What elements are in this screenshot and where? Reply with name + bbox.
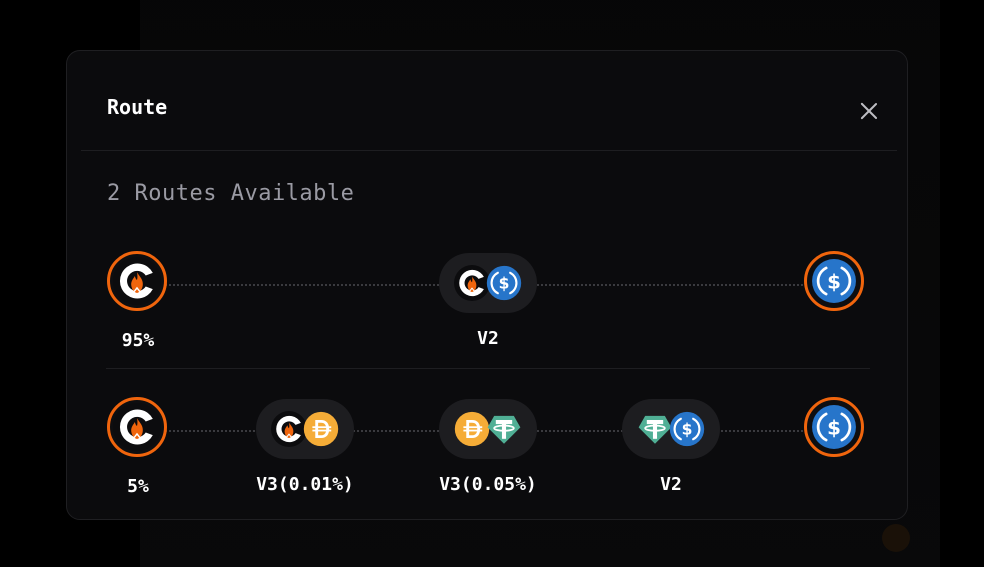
route-row-1: 95% V2 <box>106 248 870 368</box>
c-flame-token-icon <box>113 257 161 305</box>
usdc-icon <box>811 404 857 450</box>
pool-chip <box>622 399 720 459</box>
to-token-usdc-icon <box>804 397 864 457</box>
pool-version-label: V3(0.01%) <box>256 474 354 495</box>
pool-version-label: V3(0.05%) <box>439 474 537 495</box>
dai-icon <box>454 411 490 447</box>
usdt-icon <box>637 411 673 447</box>
header-divider <box>81 150 897 151</box>
usdc-icon <box>669 411 705 447</box>
pool-chip <box>439 253 537 313</box>
pool-version-label: V2 <box>660 474 682 495</box>
usdc-icon <box>486 265 522 301</box>
c-flame-token-icon <box>271 411 307 447</box>
c-flame-token-icon <box>113 403 161 451</box>
c-flame-token-icon <box>454 265 490 301</box>
usdc-icon <box>811 258 857 304</box>
pool-chip <box>256 399 354 459</box>
close-icon[interactable] <box>857 99 881 123</box>
route-share-percent: 5% <box>127 476 149 497</box>
to-token-usdc-icon <box>804 251 864 311</box>
from-token-c-flame-icon <box>107 397 167 457</box>
from-token-c-flame-icon <box>107 251 167 311</box>
usdt-icon <box>486 411 522 447</box>
dai-icon <box>303 411 339 447</box>
background-token-icon <box>882 524 910 552</box>
route-separator <box>106 368 870 369</box>
modal-title: Route <box>107 95 168 119</box>
routes-available-count: 2 Routes Available <box>107 181 355 206</box>
background-swap-strip <box>170 520 910 556</box>
route-share-percent: 95% <box>121 330 155 351</box>
route-row-2: 5% V3(0.01%) V3(0.05%) V2 <box>106 394 870 514</box>
pool-version-label: V2 <box>477 328 499 349</box>
pool-chip <box>439 399 537 459</box>
